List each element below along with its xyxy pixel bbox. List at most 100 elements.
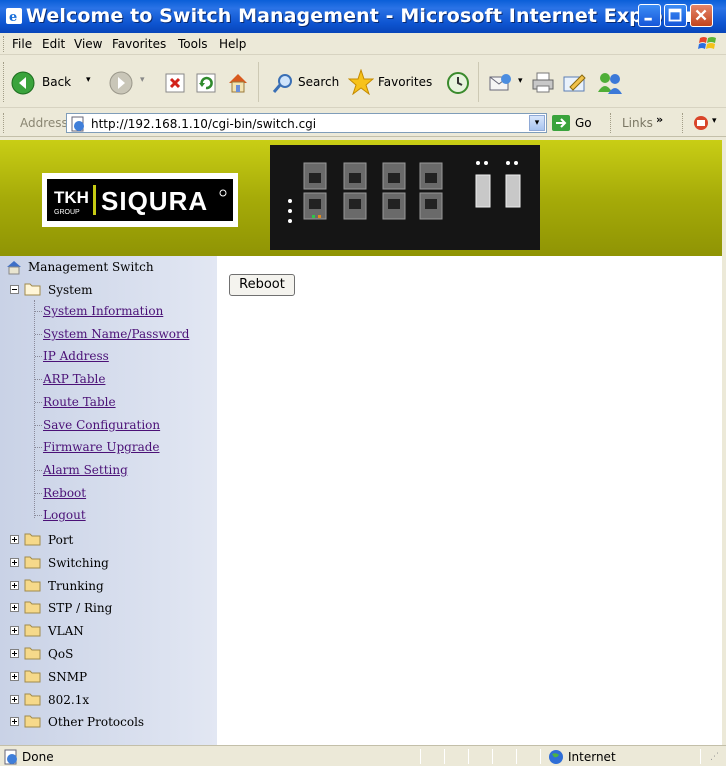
- go-button[interactable]: Go: [551, 114, 601, 132]
- menu-file[interactable]: File: [12, 37, 32, 51]
- siqura-logo: TKH GROUP SIQURA: [42, 173, 238, 227]
- expand-icon[interactable]: [10, 580, 19, 590]
- tree-folder-vlan[interactable]: VLAN: [10, 622, 210, 640]
- tree-folder-qos[interactable]: QoS: [10, 645, 210, 663]
- edit-page-icon[interactable]: [562, 71, 588, 95]
- tree-link-label[interactable]: System Name/Password: [43, 327, 189, 341]
- messenger-icon[interactable]: [596, 70, 624, 96]
- expand-icon[interactable]: [10, 557, 19, 567]
- menu-help[interactable]: Help: [219, 37, 246, 51]
- address-url: http://192.168.1.10/cgi-bin/switch.cgi: [91, 117, 317, 131]
- address-label: Address: [20, 116, 68, 130]
- tree-connector: [35, 469, 42, 471]
- back-button[interactable]: Back ▾: [10, 70, 102, 96]
- menu-grip[interactable]: [3, 36, 6, 52]
- mail-icon[interactable]: [488, 71, 514, 95]
- tree-connector: [35, 333, 42, 335]
- minimize-button[interactable]: [638, 4, 661, 27]
- resize-grip-icon[interactable]: ⋰: [710, 752, 719, 762]
- title-bar[interactable]: e Welcome to Switch Management - Microso…: [0, 0, 726, 33]
- internet-globe-icon: [549, 750, 563, 764]
- expand-icon[interactable]: [10, 694, 19, 704]
- tree-folder-port[interactable]: Port: [10, 531, 210, 549]
- links-button[interactable]: Links: [622, 116, 653, 130]
- close-button[interactable]: [690, 4, 713, 27]
- search-label: Search: [298, 75, 340, 89]
- links-grip[interactable]: [610, 113, 613, 133]
- tree-folder-snmp[interactable]: SNMP: [10, 668, 210, 686]
- tree-folder-system[interactable]: System: [10, 281, 210, 299]
- extra-grip[interactable]: [682, 113, 685, 133]
- switch-ports-graphic: [270, 145, 540, 250]
- forward-button[interactable]: ▾: [108, 70, 152, 96]
- tree-folder-switching[interactable]: Switching: [10, 554, 210, 572]
- tree-folder-label: Port: [48, 533, 74, 547]
- collapse-icon[interactable]: [10, 285, 19, 294]
- folder-icon: [24, 624, 41, 637]
- reboot-button[interactable]: Reboot: [229, 274, 295, 296]
- tree-connector: [35, 424, 42, 426]
- folder-icon: [24, 693, 41, 706]
- tree-folder-802-1x[interactable]: 802.1x: [10, 691, 210, 709]
- menu-edit[interactable]: Edit: [42, 37, 65, 51]
- back-arrow-icon: [11, 71, 35, 95]
- tree-folder-stp-ring[interactable]: STP / Ring: [10, 599, 210, 617]
- page-scrollbar[interactable]: [722, 140, 726, 745]
- tree-folder-label: Switching: [48, 555, 109, 570]
- search-button[interactable]: Search: [272, 70, 344, 96]
- status-text: Done: [22, 750, 54, 764]
- tree-link-label[interactable]: ARP Table: [43, 372, 105, 386]
- tree-link-label[interactable]: Save Configuration: [43, 418, 160, 432]
- expand-icon[interactable]: [10, 535, 19, 544]
- menu-view[interactable]: View: [74, 37, 102, 51]
- tree-link-label[interactable]: Reboot: [43, 486, 86, 500]
- status-separator: [700, 749, 701, 764]
- tree-link-label[interactable]: Alarm Setting: [43, 463, 128, 477]
- mail-dropdown-icon[interactable]: ▾: [518, 76, 523, 86]
- maximize-button[interactable]: [664, 4, 687, 27]
- tree-folder-trunking[interactable]: Trunking: [10, 577, 210, 595]
- print-icon[interactable]: [530, 71, 556, 95]
- address-input[interactable]: http://192.168.1.10/cgi-bin/switch.cgi ▾: [66, 113, 547, 133]
- expand-icon[interactable]: [10, 717, 19, 727]
- history-icon[interactable]: [446, 71, 470, 95]
- expand-icon[interactable]: [10, 603, 19, 613]
- switch-front-panel: [270, 145, 540, 250]
- go-label: Go: [575, 116, 592, 130]
- menu-favorites[interactable]: Favorites: [112, 37, 166, 51]
- menu-tools[interactable]: Tools: [178, 37, 208, 51]
- tree-link-label[interactable]: Firmware Upgrade: [43, 440, 160, 454]
- tree-link-label[interactable]: Route Table: [43, 395, 116, 409]
- links-chevron-icon[interactable]: »: [656, 113, 663, 126]
- favorites-button[interactable]: Favorites: [348, 69, 440, 97]
- refresh-icon[interactable]: [196, 73, 216, 93]
- extension-dropdown-icon[interactable]: ▾: [712, 116, 717, 126]
- navigation-tree: Management Switch System System Informat…: [0, 256, 217, 745]
- maximize-icon: [668, 8, 682, 22]
- expand-icon[interactable]: [10, 671, 19, 681]
- tree-folder-other-protocols[interactable]: Other Protocols: [10, 713, 210, 731]
- header-banner: TKH GROUP SIQURA: [0, 140, 722, 256]
- page-icon: [71, 116, 84, 132]
- folder-icon: [24, 670, 41, 683]
- tree-link-label[interactable]: Logout: [43, 508, 86, 522]
- toolbar-grip[interactable]: [3, 62, 6, 102]
- forward-dropdown-icon[interactable]: ▾: [140, 75, 145, 85]
- tree-link-label[interactable]: IP Address: [43, 349, 109, 363]
- expand-icon[interactable]: [10, 649, 19, 658]
- address-dropdown-icon[interactable]: ▾: [529, 115, 545, 131]
- tree-folder-label: VLAN: [48, 624, 84, 639]
- extension-icon[interactable]: [692, 114, 710, 132]
- search-icon: [272, 74, 292, 93]
- status-separator: [444, 749, 445, 764]
- close-icon: [695, 9, 707, 21]
- back-dropdown-icon[interactable]: ▾: [86, 75, 91, 85]
- tree-link-label[interactable]: System Information: [43, 304, 163, 318]
- stop-icon[interactable]: [165, 73, 185, 93]
- home-icon[interactable]: [226, 71, 250, 95]
- back-label: Back: [42, 75, 72, 89]
- tree-connector: [35, 379, 42, 381]
- home-folder-icon: [7, 261, 21, 275]
- address-grip[interactable]: [3, 113, 6, 133]
- expand-icon[interactable]: [10, 626, 19, 636]
